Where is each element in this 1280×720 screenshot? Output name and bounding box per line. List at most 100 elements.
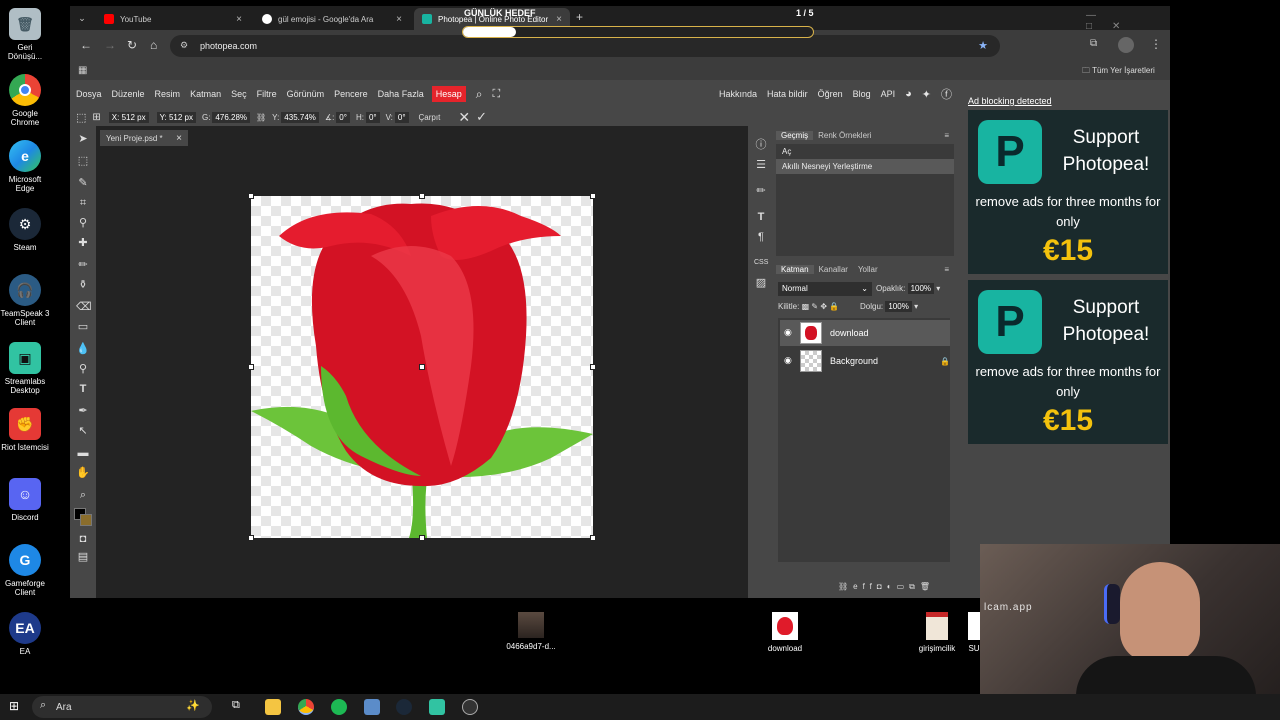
desktop-file-download[interactable]: download [756,612,814,653]
y-field[interactable]: Y: 512 px [155,111,196,123]
info-icon[interactable]: ⓘ [754,138,768,152]
lock-paint-icon[interactable]: ✎ [811,302,818,311]
trash-icon[interactable]: 🗑 [920,582,935,591]
stamp-tool-icon[interactable]: ⚱ [76,278,90,292]
ad-banner[interactable]: P Support Photopea! remove ads for three… [968,110,1168,274]
tab-paths[interactable]: Yollar [853,265,883,274]
layer-row-download[interactable]: ◉ download [780,320,950,346]
transform-handle[interactable] [590,364,596,370]
menu-view[interactable]: Görünüm [287,89,325,99]
menu-edit[interactable]: Düzenle [112,89,145,99]
gradient-tool-icon[interactable]: ▭ [76,320,90,334]
link-icon[interactable]: ⛓ [256,113,266,122]
blur-tool-icon[interactable]: 💧 [76,342,90,356]
transform-handle[interactable] [590,193,596,199]
desktop-icon-ea[interactable]: EA EA [0,612,50,656]
lasso-tool-icon[interactable]: ✎ [76,176,90,190]
history-item-active[interactable]: Akıllı Nesneyi Yerleştirme [776,159,954,174]
site-info-icon[interactable]: ⚙ [180,40,188,51]
streamlabs-taskbar-icon[interactable] [429,699,445,715]
marquee-tool-icon[interactable]: ⬚ [76,111,86,124]
lock-transparency-icon[interactable]: ▩ [802,302,810,311]
chrome-taskbar-icon[interactable] [298,699,314,715]
facebook-icon[interactable]: ⓕ [941,86,952,102]
reload-icon[interactable]: ↻ [127,38,137,52]
desktop-icon-streamlabs[interactable]: ▣ Streamlabs Desktop [0,342,50,395]
transform-handle[interactable] [590,535,596,541]
tab-google-search[interactable]: gül emojisi - Google'da Ara × [254,8,410,30]
link-layers-icon[interactable]: ⛓ [838,582,853,591]
desktop-icon-edge[interactable]: e Microsoft Edge [0,140,50,193]
ad-banner[interactable]: P Support Photopea! remove ads for three… [968,280,1168,444]
cancel-transform-icon[interactable]: ✕ [458,109,470,126]
tab-layers[interactable]: Katman [776,264,814,274]
x-field[interactable]: X: 512 px [107,111,149,123]
twitter-icon[interactable]: ✦ [922,88,931,101]
search-icon[interactable]: ⌕ [476,87,483,102]
healing-tool-icon[interactable]: ✚ [76,236,90,250]
panel-menu-icon[interactable]: ≡ [939,265,954,274]
eye-icon[interactable]: ◉ [784,327,792,338]
transform-handle[interactable] [248,193,254,199]
panel-menu-icon[interactable]: ≡ [939,131,954,140]
desktop-icon-riot[interactable]: ✊ Riot İstemcisi [0,408,50,452]
vskew-field[interactable]: V: 0° [386,111,409,123]
home-icon[interactable]: ⌂ [150,38,157,52]
all-bookmarks-link[interactable]: 🗀 Tüm Yer İşaretleri [1082,65,1155,79]
spotify-icon[interactable] [331,699,347,715]
hand-tool-icon[interactable]: ✋ [76,466,90,480]
folder-icon[interactable]: ▭ [897,582,910,591]
menu-select[interactable]: Seç [231,89,247,99]
hskew-field[interactable]: H: 0° [356,111,380,123]
desktop-icon-gameforge[interactable]: G Gameforge Client [0,544,50,597]
screen-mode-icon[interactable]: ▤ [76,550,90,564]
transform-handle[interactable] [248,535,254,541]
zoom-tool-icon[interactable]: ⌕ [76,488,90,502]
steam-taskbar-icon[interactable] [396,699,412,715]
quick-mask-icon[interactable]: ◘ [76,532,90,546]
reference-point-icon[interactable]: ⊞ [92,112,100,123]
tab-history[interactable]: Geçmiş [776,130,814,140]
close-icon[interactable]: × [236,14,242,25]
menu-filter[interactable]: Filtre [257,89,277,99]
desktop-icon-discord[interactable]: ☺ Discord [0,478,50,522]
pen-tool-icon[interactable]: ✒ [76,404,90,418]
effects-button[interactable]: eff [853,582,877,591]
fill-field[interactable]: Dolgu: 100% ▾ [860,301,918,312]
desktop-icon-chrome[interactable]: Google Chrome [0,74,50,127]
properties-icon[interactable]: ☰ [754,158,768,172]
desktop-icon-teamspeak[interactable]: 🎧 TeamSpeak 3 Client [0,274,50,327]
tab-youtube[interactable]: YouTube × [96,8,250,30]
windows-start-icon[interactable]: ⊞ [9,699,19,713]
document-tab[interactable]: Yeni Proje.psd * × [100,130,188,146]
transform-handle[interactable] [248,364,254,370]
path-select-tool-icon[interactable]: ↖ [76,424,90,438]
file-explorer-icon[interactable] [265,699,281,715]
character-icon[interactable]: T [754,210,768,224]
move-tool-icon[interactable]: ➤ [76,132,90,146]
close-icon[interactable]: × [396,14,402,25]
shape-tool-icon[interactable]: ▬ [76,446,90,460]
css-icon[interactable]: CSS [754,256,768,270]
angle-field[interactable]: ∡: 0° [325,111,350,123]
brush-panel-icon[interactable]: ✏ [754,184,768,198]
reddit-icon[interactable]: ◕ [905,88,912,100]
new-layer-icon[interactable]: ⧉ [909,582,920,591]
extensions-icon[interactable]: ⧉ [1090,38,1097,49]
menu-account[interactable]: Hesap [431,86,466,102]
bookmark-star-icon[interactable]: ★ [978,39,988,52]
canvas[interactable] [248,193,596,541]
commit-transform-icon[interactable]: ✓ [476,109,487,125]
transform-handle[interactable] [419,193,425,199]
transform-handle[interactable] [419,535,425,541]
tab-search-chevron-icon[interactable]: ⌄ [74,10,90,26]
forward-arrow-icon[interactable]: → [104,38,116,52]
menu-layer[interactable]: Katman [190,89,221,99]
obs-icon[interactable] [462,699,478,715]
desktop-file-girisimcilik[interactable]: girişimcilik [910,612,964,653]
history-item[interactable]: Aç [776,144,954,159]
back-arrow-icon[interactable]: ← [80,38,92,52]
eye-icon[interactable]: ◉ [784,355,792,366]
tab-channels[interactable]: Kanallar [814,265,853,274]
mask-icon[interactable]: ◘ [877,582,887,591]
